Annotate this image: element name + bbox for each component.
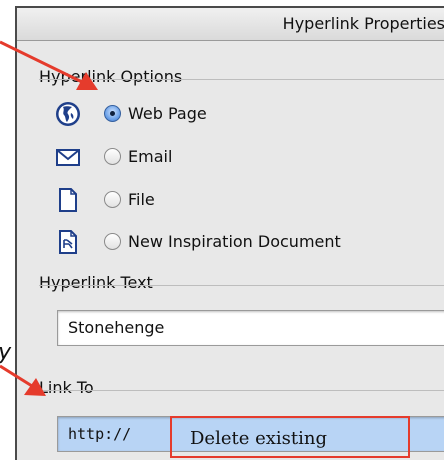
- file-radio[interactable]: [104, 191, 121, 208]
- hyperlink-dialog: Hyperlink Properties Hyperlink Options W…: [15, 6, 444, 460]
- web-page-radio[interactable]: [104, 105, 121, 122]
- envelope-icon: [55, 144, 81, 170]
- screenshot-stage: Hyperlink Properties Hyperlink Options W…: [0, 0, 444, 460]
- web-page-label: Web Page: [128, 104, 207, 123]
- group-divider: [39, 79, 444, 80]
- option-file[interactable]: File: [17, 186, 437, 216]
- option-new-inspiration-document[interactable]: New Inspiration Document: [17, 228, 437, 258]
- new-inspiration-document-label: New Inspiration Document: [128, 232, 341, 251]
- new-inspiration-document-radio[interactable]: [104, 233, 121, 250]
- hyperlink-options-group-title: Hyperlink Options: [39, 67, 189, 86]
- file-label: File: [128, 190, 155, 209]
- file-icon: [55, 187, 81, 213]
- hyperlink-text-value: Stonehenge: [68, 318, 165, 337]
- hyperlink-text-group-title: Hyperlink Text: [39, 273, 159, 292]
- link-to-value: http://: [68, 425, 132, 443]
- window-titlebar[interactable]: Hyperlink Properties: [17, 8, 444, 41]
- link-to-group-title: Link To: [39, 378, 100, 397]
- annotation-callout-text: Delete existing: [190, 428, 328, 449]
- hyperlink-text-field[interactable]: Stonehenge: [57, 310, 444, 346]
- group-divider: [39, 285, 444, 286]
- group-divider: [39, 390, 444, 391]
- window-title: Hyperlink Properties: [282, 14, 444, 33]
- email-label: Email: [128, 147, 173, 166]
- option-web-page[interactable]: Web Page: [17, 100, 437, 130]
- option-email[interactable]: Email: [17, 143, 437, 173]
- email-radio[interactable]: [104, 148, 121, 165]
- globe-icon: [55, 101, 81, 127]
- inspiration-document-icon: [55, 229, 81, 255]
- annotation-partial-text: ly: [0, 340, 11, 365]
